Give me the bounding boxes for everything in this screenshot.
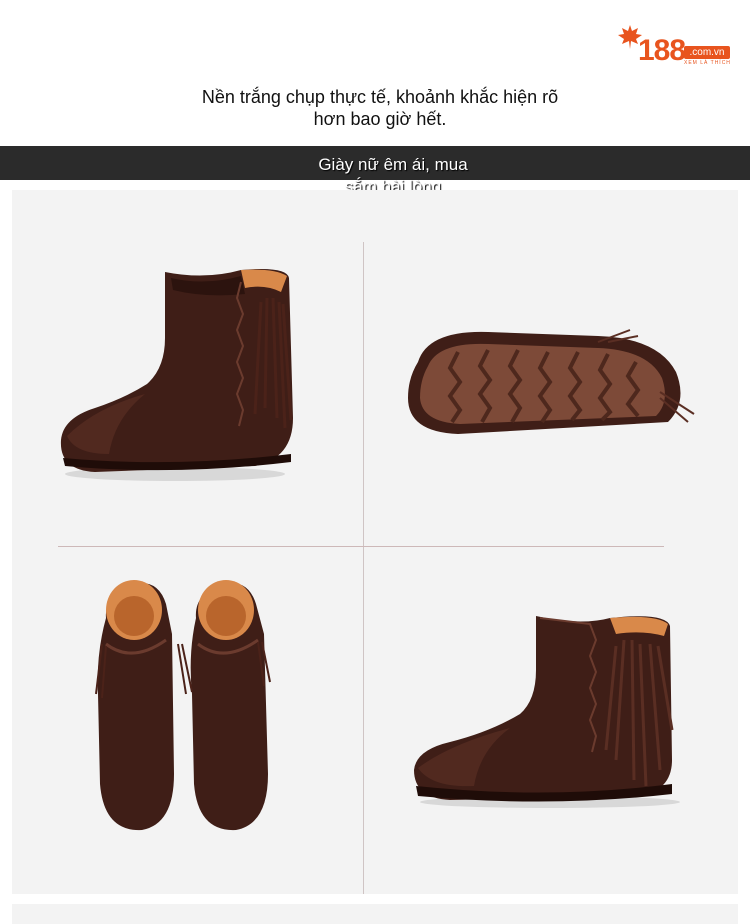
site-logo[interactable]: 188 .com.vn XEM LÀ THÍCH [618, 22, 734, 68]
intro-line-1: Nền trắng chụp thực tế, khoảnh khắc hiện… [201, 87, 559, 107]
intro-text: Nền trắng chụp thực tế, khoảnh khắc hiện… [150, 86, 610, 130]
boot-side-view-image[interactable] [55, 258, 305, 488]
boot-sole-view-image[interactable] [398, 322, 698, 442]
boot-side-reverse-image[interactable] [410, 610, 690, 810]
logo-slogan: XEM LÀ THÍCH [684, 60, 731, 66]
logo-domain: .com.vn [684, 46, 730, 59]
next-section-strip [12, 904, 738, 924]
gallery-divider-horizontal [58, 546, 664, 547]
gallery-divider-vertical [363, 242, 364, 894]
logo-number: 188 [638, 34, 686, 67]
intro-line-2: hơn bao giờ hết. [313, 109, 447, 129]
banner-line-1: Giày nữ êm ái, mua [318, 155, 468, 174]
boot-front-pair-image[interactable] [92, 574, 282, 844]
